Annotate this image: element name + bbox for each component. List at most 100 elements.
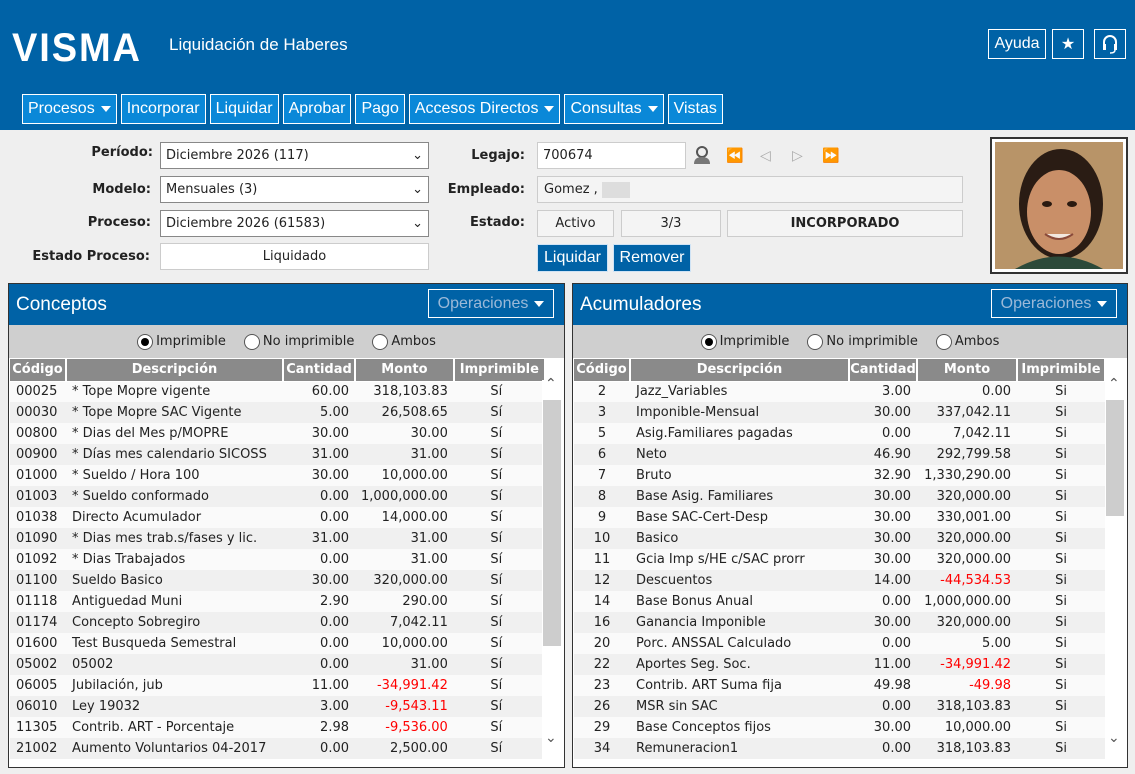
cell-imprimible: Sí <box>453 507 545 528</box>
table-row[interactable]: 3 Imponible-Mensual 30.00 337,042.11 Si <box>574 402 1105 423</box>
table-row[interactable]: 00030 * Tope Mopre SAC Vigente 5.00 26,508.… <box>10 402 545 423</box>
next-record-icon[interactable]: ▷ <box>792 148 803 164</box>
table-row[interactable]: 9 Base SAC-Cert-Desp 30.00 330,001.00 Si <box>574 507 1105 528</box>
cell-cantidad: 0.00 <box>283 486 355 507</box>
nav-consultas[interactable]: Consultas <box>564 94 664 124</box>
column-header[interactable]: Cantidad <box>283 359 356 382</box>
table-row[interactable]: 06005 Jubilación, jub 11.00 -34,991.42 Sí <box>10 675 545 696</box>
radio-ambos[interactable]: Ambos <box>935 333 999 350</box>
proceso-select[interactable]: Diciembre 2026 (61583) ⌄ <box>160 210 429 237</box>
scrollbar[interactable]: ⌃ ⌄ <box>1105 376 1127 767</box>
column-header[interactable]: Monto <box>917 359 1018 382</box>
scroll-down-icon[interactable]: ⌄ <box>1108 730 1120 746</box>
radio-no-imprimible[interactable]: No imprimible <box>807 333 918 350</box>
scrollbar[interactable]: ⌃ ⌄ <box>542 376 564 767</box>
periodo-select[interactable]: Diciembre 2026 (117) ⌄ <box>160 142 429 169</box>
radio-circle[interactable] <box>807 333 824 350</box>
table-row[interactable]: 10 Basico 30.00 320,000.00 Si <box>574 528 1105 549</box>
table-row[interactable]: 34 Remuneracion1 0.00 318,103.83 Si <box>574 738 1105 759</box>
table-row[interactable]: 21002 Aumento Voluntarios 04-2017 0.00 2,50… <box>10 738 545 759</box>
table-row[interactable]: 01600 Test Busqueda Semestral 0.00 10,000.0… <box>10 633 545 654</box>
estado-proceso-label: Estado Proceso: <box>32 249 150 264</box>
cell-codigo: 00900 <box>10 444 66 465</box>
scrollbar-thumb[interactable] <box>1106 400 1124 516</box>
scroll-up-icon[interactable]: ⌃ <box>545 376 557 392</box>
table-row[interactable]: 7 Bruto 32.90 1,330,290.00 Si <box>574 465 1105 486</box>
table-row[interactable]: 6 Neto 46.90 292,799.58 Si <box>574 444 1105 465</box>
scrollbar-thumb[interactable] <box>543 400 561 646</box>
radio-circle[interactable] <box>700 333 717 350</box>
support-button[interactable] <box>1094 29 1126 59</box>
radio-circle[interactable] <box>935 333 952 350</box>
table-row[interactable]: 00025 * Tope Mopre vigente 60.00 318,103.83… <box>10 381 545 402</box>
table-row[interactable]: 00900 * Días mes calendario SICOSS 31.00 31… <box>10 444 545 465</box>
nav-aprobar[interactable]: Aprobar <box>282 94 352 124</box>
table-row[interactable]: 14 Base Bonus Anual 0.00 1,000,000.00 Si <box>574 591 1105 612</box>
radio-no-imprimible[interactable]: No imprimible <box>243 333 354 350</box>
column-header[interactable]: Descripción <box>66 359 284 382</box>
table-row[interactable]: 2 Jazz_Variables 3.00 0.00 Si <box>574 381 1105 402</box>
scroll-up-icon[interactable]: ⌃ <box>1108 376 1120 392</box>
operaciones-dropdown[interactable]: Operaciones <box>428 289 554 318</box>
radio-circle[interactable] <box>243 333 260 350</box>
table-row[interactable]: 01118 Antiguedad Muni 2.90 290.00 Sí <box>10 591 545 612</box>
table-row[interactable]: 23 Contrib. ART Suma fija 49.98 -49.98 Si <box>574 675 1105 696</box>
table-row[interactable]: 12 Descuentos 14.00 -44,534.53 Si <box>574 570 1105 591</box>
table-row[interactable]: 22 Aportes Seg. Soc. 11.00 -34,991.42 Si <box>574 654 1105 675</box>
table-row[interactable]: 5 Asig.Familiares pagadas 0.00 7,042.11 Si <box>574 423 1105 444</box>
favorites-button[interactable]: ★ <box>1052 29 1084 59</box>
radio-imprimible[interactable]: Imprimible <box>137 333 226 350</box>
table-row[interactable]: 01038 Directo Acumulador 0.00 14,000.00 Sí <box>10 507 545 528</box>
cell-descripcion: Ganancia Imponible <box>630 612 849 633</box>
table-row[interactable]: 11305 Contrib. ART - Porcentaje 2.98 -9,536… <box>10 717 545 738</box>
table-row[interactable]: 29 Base Conceptos fijos 30.00 10,000.00 Si <box>574 717 1105 738</box>
table-row[interactable]: 01003 * Sueldo conformado 0.00 1,000,000.00… <box>10 486 545 507</box>
nav-incorporar[interactable]: Incorporar <box>120 94 206 124</box>
table-row[interactable]: 01100 Sueldo Basico 30.00 320,000.00 Sí <box>10 570 545 591</box>
nav-liquidar[interactable]: Liquidar <box>209 94 279 124</box>
help-button[interactable]: Ayuda <box>988 29 1046 59</box>
column-header[interactable]: Imprimible <box>453 359 546 382</box>
remover-button[interactable]: Remover <box>613 244 691 272</box>
app-title: Liquidación de Haberes <box>169 35 348 54</box>
table-row[interactable]: 00800 * Dias del Mes p/MOPRE 30.00 30.00 Sí <box>10 423 545 444</box>
operaciones-dropdown[interactable]: Operaciones <box>991 289 1117 318</box>
column-header[interactable]: Descripción <box>630 359 850 382</box>
cell-cantidad: 0.00 <box>283 738 355 759</box>
scroll-down-icon[interactable]: ⌄ <box>545 730 557 746</box>
table-row[interactable]: 01000 * Sueldo / Hora 100 30.00 10,000.00 Sí <box>10 465 545 486</box>
column-header[interactable]: Imprimible <box>1017 359 1106 382</box>
nav-vistas[interactable]: Vistas <box>667 94 723 124</box>
radio-ambos[interactable]: Ambos <box>372 333 436 350</box>
last-record-icon[interactable]: ⏩ <box>822 148 839 164</box>
previous-record-icon[interactable]: ◁ <box>760 148 771 164</box>
liquidar-button[interactable]: Liquidar <box>537 244 608 272</box>
table-row[interactable]: 01174 Concepto Sobregiro 0.00 7,042.11 Sí <box>10 612 545 633</box>
caret-down-icon <box>647 106 658 112</box>
cell-cantidad: 30.00 <box>849 528 917 549</box>
table-row[interactable]: 05002 05002 0.00 31.00 Sí <box>10 654 545 675</box>
table-row[interactable]: 01090 * Dias mes trab.s/fases y lic. 31.00… <box>10 528 545 549</box>
table-row[interactable]: 06010 Ley 19032 3.00 -9,543.11 Sí <box>10 696 545 717</box>
employee-search-icon[interactable] <box>692 145 712 165</box>
column-header[interactable]: Código <box>574 359 631 382</box>
column-header[interactable]: Código <box>10 359 67 382</box>
radio-circle[interactable] <box>372 333 389 350</box>
column-header[interactable]: Monto <box>355 359 455 382</box>
legajo-input[interactable]: 700674 <box>537 142 686 169</box>
modelo-select[interactable]: Mensuales (3) ⌄ <box>160 176 429 203</box>
nav-accesos-directos[interactable]: Accesos Directos <box>408 94 561 124</box>
table-row[interactable]: 20 Porc. ANSSAL Calculado 0.00 5.00 Si <box>574 633 1105 654</box>
table-row[interactable]: 8 Base Asig. Familiares 30.00 320,000.00 Si <box>574 486 1105 507</box>
cell-imprimible: Sí <box>453 549 545 570</box>
table-row[interactable]: 26 MSR sin SAC 0.00 318,103.83 Si <box>574 696 1105 717</box>
table-row[interactable]: 11 Gcia Imp s/HE c/SAC prorr 30.00 320,000.… <box>574 549 1105 570</box>
table-row[interactable]: 01092 * Dias Trabajados 0.00 31.00 Sí <box>10 549 545 570</box>
radio-imprimible[interactable]: Imprimible <box>700 333 789 350</box>
nav-procesos[interactable]: Procesos <box>22 94 117 124</box>
radio-circle[interactable] <box>137 333 154 350</box>
nav-pago[interactable]: Pago <box>355 94 405 124</box>
first-record-icon[interactable]: ⏪ <box>726 148 743 164</box>
table-row[interactable]: 16 Ganancia Imponible 30.00 320,000.00 Si <box>574 612 1105 633</box>
column-header[interactable]: Cantidad <box>849 359 918 382</box>
